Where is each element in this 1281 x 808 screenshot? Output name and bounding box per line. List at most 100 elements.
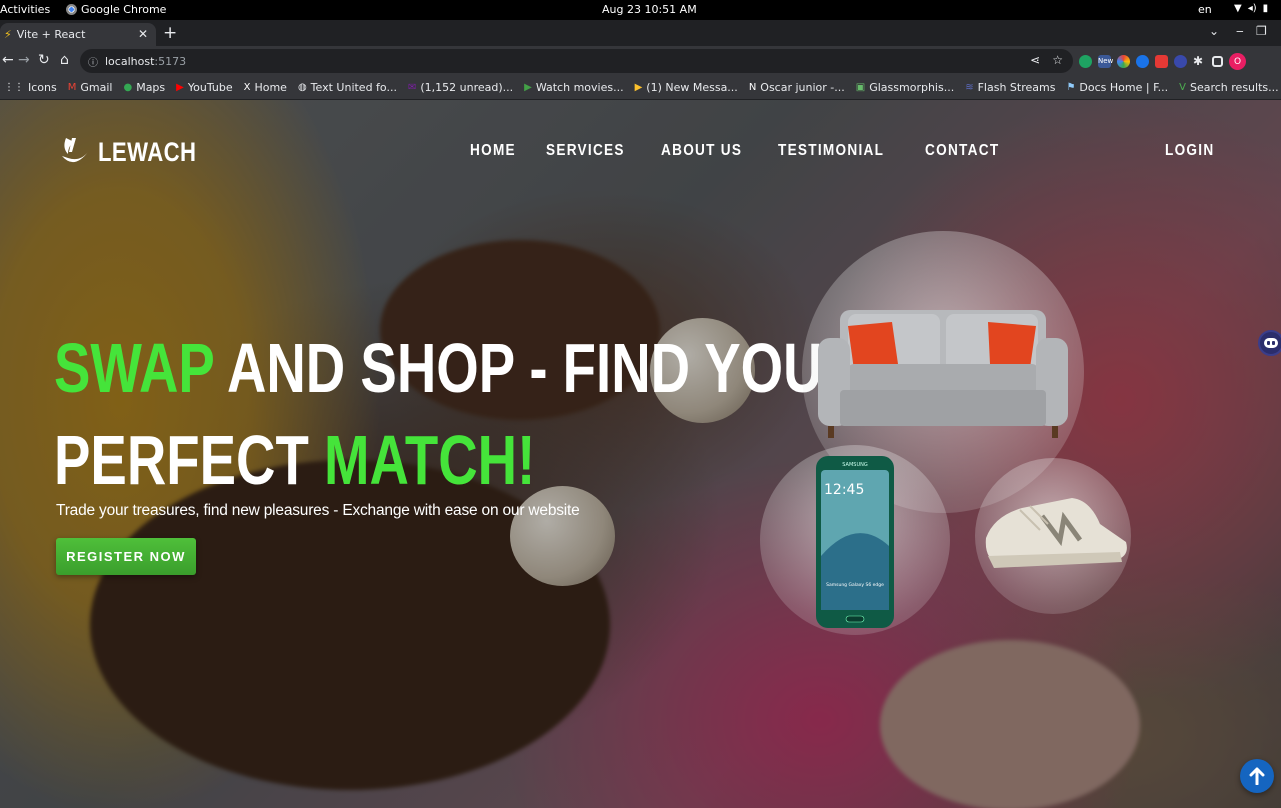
- bookmark-item[interactable]: ◍ Text United fo...: [298, 81, 397, 94]
- bookmarks-bar: ⋮⋮ Icons M Gmail ● Maps ▶ YouTube X Home ◍ Text Uni…: [0, 76, 1281, 100]
- bookmark-item[interactable]: V Search results...: [1179, 81, 1278, 94]
- chrome-icon: [66, 4, 77, 15]
- headline-line2: PERFECT: [54, 421, 324, 499]
- vuetify-icon: V: [1179, 82, 1186, 93]
- system-tray[interactable]: ▼ ◂) ▮: [1234, 3, 1268, 14]
- bookmark-item[interactable]: ✉ (1,152 unread)...: [408, 81, 513, 94]
- sofa-image: [818, 310, 1068, 438]
- nav-link-contact[interactable]: CONTACT: [925, 142, 999, 160]
- bookmark-label: (1,152 unread)...: [420, 81, 514, 94]
- color-picker-icon[interactable]: [1117, 55, 1130, 68]
- clock[interactable]: Aug 23 10:51 AM: [602, 3, 697, 16]
- extension-new-icon[interactable]: New: [1098, 55, 1113, 68]
- tab-strip: ⚡ Vite + React ✕ + ⌄ ‒ ❐: [0, 20, 1281, 46]
- assistant-widget-icon[interactable]: [1258, 330, 1281, 356]
- site-logo[interactable]: LEWACH: [56, 134, 218, 170]
- bookmark-item[interactable]: ≋ Flash Streams: [965, 81, 1055, 94]
- restore-icon[interactable]: ❐: [1256, 24, 1267, 38]
- yahoo-mail-icon: ✉: [407, 82, 417, 93]
- apps-icon: ⋮⋮: [4, 82, 24, 93]
- login-link[interactable]: LOGIN: [1165, 142, 1214, 160]
- bookmark-item[interactable]: ▶ (1) New Messa...: [635, 81, 738, 94]
- bot-icon[interactable]: [1174, 55, 1187, 68]
- back-icon[interactable]: ←: [2, 52, 14, 68]
- infinity-icon[interactable]: [1136, 55, 1149, 68]
- bookmark-label: Home: [254, 81, 287, 94]
- bookmark-item[interactable]: N Oscar junior -...: [749, 81, 845, 94]
- logo-text: LEWACH: [98, 136, 197, 167]
- home-icon[interactable]: ⌂: [60, 52, 69, 68]
- grammarly-icon[interactable]: [1079, 55, 1092, 68]
- activities-button[interactable]: Activities: [0, 3, 50, 16]
- bookmark-label: Maps: [136, 81, 166, 94]
- tab-search-icon[interactable]: ⌄: [1209, 24, 1219, 38]
- bookmark-label: Gmail: [80, 81, 113, 94]
- stream-icon: ≋: [965, 82, 974, 93]
- play-icon: ▶: [524, 82, 532, 93]
- bookmark-item[interactable]: ▶ YouTube: [176, 81, 232, 94]
- shoe-image: [985, 498, 1127, 568]
- youtube-icon: ▶: [176, 82, 184, 93]
- wifi-icon: ▼: [1234, 3, 1242, 14]
- bookmark-item[interactable]: ⚑ Docs Home | F...: [1066, 81, 1168, 94]
- maps-icon: ●: [123, 82, 133, 93]
- browser-tab[interactable]: ⚡ Vite + React ✕: [0, 23, 156, 46]
- bookmark-item[interactable]: ▶ Watch movies...: [524, 81, 623, 94]
- nav-link-testimonial[interactable]: TESTIMONIAL: [778, 142, 884, 160]
- vite-favicon-icon: ⚡: [4, 28, 12, 41]
- x-icon: X: [243, 82, 251, 93]
- profile-avatar[interactable]: O: [1229, 53, 1246, 70]
- bookmark-label: Flash Streams: [977, 81, 1056, 94]
- scroll-to-top-button[interactable]: [1240, 759, 1274, 793]
- nav-link-about-us[interactable]: ABOUT US: [661, 142, 742, 160]
- close-tab-icon[interactable]: ✕: [138, 27, 148, 41]
- url-port: :5173: [154, 54, 187, 68]
- app-name: Google Chrome: [81, 3, 167, 16]
- forward-icon[interactable]: →: [18, 52, 30, 68]
- minimize-icon[interactable]: ‒: [1236, 24, 1244, 38]
- battery-icon: ▮: [1262, 3, 1269, 14]
- share-icon[interactable]: ⋖: [1030, 53, 1040, 67]
- new-tab-button[interactable]: +: [163, 23, 177, 43]
- phone-time: 12:45: [824, 482, 864, 498]
- arrow-up-icon: [1249, 767, 1265, 785]
- volume-icon: ◂): [1247, 3, 1257, 14]
- site-info-icon[interactable]: ⓘ: [88, 54, 98, 69]
- system-top-bar: Activities Google Chrome Aug 23 10:51 AM…: [0, 0, 1281, 20]
- doc-icon: ▣: [855, 82, 866, 93]
- nav-link-home[interactable]: HOME: [470, 142, 516, 160]
- bookmark-item[interactable]: M Gmail: [68, 81, 113, 94]
- bookmark-star-icon[interactable]: ☆: [1052, 53, 1063, 67]
- nav-link-services[interactable]: SERVICES: [546, 142, 625, 160]
- bookmark-label: Search results...: [1189, 81, 1279, 94]
- main-nav: HOME SERVICES ABOUT US TESTIMONIAL CONTACT: [470, 142, 1013, 160]
- headline-highlight-match: MATCH!: [323, 421, 536, 499]
- reload-icon[interactable]: ↻: [38, 52, 50, 68]
- play-icon: ▶: [634, 82, 643, 93]
- lewach-logo-icon: [62, 138, 88, 163]
- browser-toolbar: ← → ↻ ⌂ ⓘ localhost:5173 ⋖ ☆ New ✱ O: [0, 46, 1281, 76]
- bookmark-item[interactable]: ▣ Glassmorphis...: [856, 81, 954, 94]
- hero-tagline: Trade your treasures, find new pleasures…: [56, 502, 580, 519]
- recorder-icon[interactable]: [1155, 55, 1168, 68]
- bookmark-label: YouTube: [187, 81, 233, 94]
- url-host: localhost: [105, 54, 155, 68]
- register-now-button[interactable]: REGISTER NOW: [56, 538, 196, 575]
- bookmark-label: Docs Home | F...: [1079, 81, 1169, 94]
- app-menu[interactable]: Google Chrome: [66, 3, 166, 16]
- tab-title: Vite + React: [16, 28, 86, 41]
- page-viewport: LEWACH HOME SERVICES ABOUT US TESTIMONIAL CO…: [0, 100, 1281, 808]
- bookmark-label: Icons: [28, 81, 57, 94]
- globe-icon: ◍: [297, 82, 307, 93]
- puzzle-icon[interactable]: ✱: [1193, 55, 1206, 68]
- bookmark-label: Text United fo...: [310, 81, 397, 94]
- bookmark-item[interactable]: ● Maps: [123, 81, 165, 94]
- gmail-icon: M: [67, 82, 77, 93]
- flag-icon: ⚑: [1066, 82, 1076, 93]
- side-panel-icon[interactable]: [1212, 56, 1223, 67]
- language-indicator[interactable]: en: [1198, 3, 1212, 16]
- bookmark-item[interactable]: X Home: [244, 81, 287, 94]
- address-bar[interactable]: ⓘ localhost:5173 ⋖ ☆: [80, 49, 1073, 73]
- phone-brand: SAMSUNG: [842, 462, 868, 468]
- bookmark-item[interactable]: ⋮⋮ Icons: [4, 81, 57, 94]
